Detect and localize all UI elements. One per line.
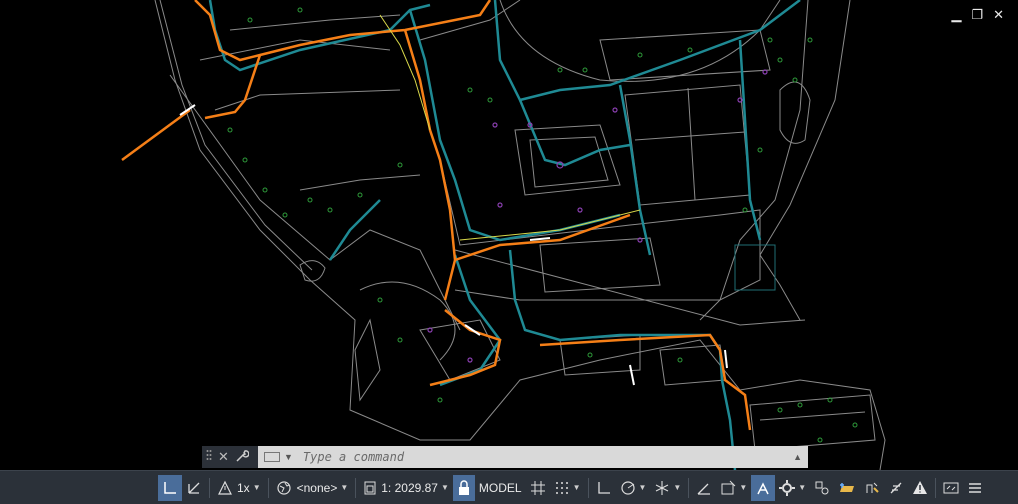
- divider: [209, 477, 210, 498]
- polar-button[interactable]: ▼: [616, 475, 651, 501]
- person-icon: [755, 480, 771, 496]
- isolate-icon: [864, 480, 880, 496]
- clean-screen-button[interactable]: [939, 475, 963, 501]
- chevron-down-icon[interactable]: ▼: [284, 452, 293, 462]
- ucs-selector[interactable]: <none> ▼: [272, 475, 353, 501]
- alert-button[interactable]: [908, 475, 932, 501]
- isodraft-button[interactable]: ▼: [650, 475, 685, 501]
- ortho-icon: [596, 480, 612, 496]
- chevron-up-icon[interactable]: ▲: [793, 452, 802, 462]
- annotation-scale-button[interactable]: 1x ▼: [213, 475, 265, 501]
- viewport-scale-selector[interactable]: 1: 2029.87 ▼: [359, 475, 453, 501]
- chevron-down-icon: ▼: [440, 483, 449, 492]
- viewport-icon: [363, 480, 377, 496]
- gear-icon: [779, 479, 796, 496]
- coordinate-icon: [186, 480, 202, 496]
- close-window-button[interactable]: ✕: [993, 8, 1004, 22]
- object-snap-button[interactable]: ▼: [716, 475, 751, 501]
- status-bar: 1x ▼ <none> ▼ 1: 2029.87 ▼ MODEL ▼ ▼ ▼ ▼…: [0, 470, 1018, 504]
- lock-button[interactable]: [452, 474, 475, 501]
- minimize-button[interactable]: ▁: [951, 8, 961, 22]
- command-line-tools: ✕: [202, 446, 258, 468]
- grip-icon[interactable]: [206, 449, 212, 466]
- viewport-scale-value: 1: 2029.87: [381, 480, 438, 495]
- ortho-button[interactable]: [592, 475, 616, 501]
- globe-icon: [276, 480, 292, 496]
- alert-icon: [912, 480, 928, 496]
- pencil-icon: [888, 480, 904, 496]
- annotation-monitor-button[interactable]: [884, 475, 908, 501]
- warning-icon: [217, 480, 233, 496]
- chevron-down-icon: ▼: [252, 483, 261, 492]
- command-prompt-icon[interactable]: [264, 452, 280, 462]
- annotation-visibility-button[interactable]: [751, 474, 776, 501]
- workspace-button[interactable]: ▼: [775, 475, 810, 501]
- isodraft-icon: [654, 480, 670, 496]
- chevron-down-icon: ▼: [340, 483, 349, 492]
- annotation-scale-value: 1x: [237, 480, 250, 495]
- snap-mode-button[interactable]: ▼: [550, 475, 585, 501]
- grid-icon: [530, 480, 546, 496]
- command-input[interactable]: [300, 449, 725, 465]
- angle-icon: [696, 480, 712, 496]
- command-input-area[interactable]: ▼ ▲: [258, 446, 808, 468]
- layers-button[interactable]: [834, 475, 860, 501]
- fullscreen-icon: [943, 480, 959, 496]
- divider: [935, 477, 937, 498]
- lock-icon: [457, 479, 471, 496]
- grid-button[interactable]: [526, 475, 550, 501]
- hardware-acceleration-button[interactable]: [860, 475, 884, 501]
- rectangle-icon: [720, 480, 736, 496]
- polar-icon: [620, 480, 636, 496]
- customization-menu-button[interactable]: [963, 475, 987, 501]
- window-controls: ▁ ❐ ✕: [951, 8, 1004, 22]
- wrench-icon[interactable]: [235, 449, 250, 466]
- divider: [587, 477, 589, 498]
- divider: [688, 477, 690, 498]
- menu-icon: [967, 480, 983, 496]
- cad-drawing-canvas[interactable]: [0, 0, 1018, 470]
- chevron-down-icon: ▼: [798, 483, 807, 492]
- snap-button[interactable]: [158, 474, 182, 501]
- coordinate-button[interactable]: [182, 475, 206, 501]
- chevron-down-icon: ▼: [739, 483, 748, 492]
- chevron-down-icon: ▼: [572, 483, 581, 492]
- divider: [267, 477, 269, 498]
- command-line: ✕ ▼ ▲: [202, 446, 808, 468]
- isolate-icon: [814, 480, 830, 496]
- chevron-down-icon: ▼: [638, 483, 647, 492]
- model-space-label: MODEL: [478, 480, 522, 495]
- ucs-value: <none>: [296, 480, 338, 495]
- layers-icon: [838, 480, 856, 496]
- object-snap-tracking-button[interactable]: [692, 475, 716, 501]
- divider: [355, 477, 357, 498]
- model-space-button[interactable]: MODEL: [475, 475, 526, 501]
- close-icon[interactable]: ✕: [218, 449, 229, 465]
- dots-icon: [554, 480, 570, 496]
- restore-button[interactable]: ❐: [971, 8, 983, 22]
- units-button[interactable]: [810, 475, 834, 501]
- snap-icon: [162, 480, 178, 496]
- chevron-down-icon: ▼: [673, 483, 682, 492]
